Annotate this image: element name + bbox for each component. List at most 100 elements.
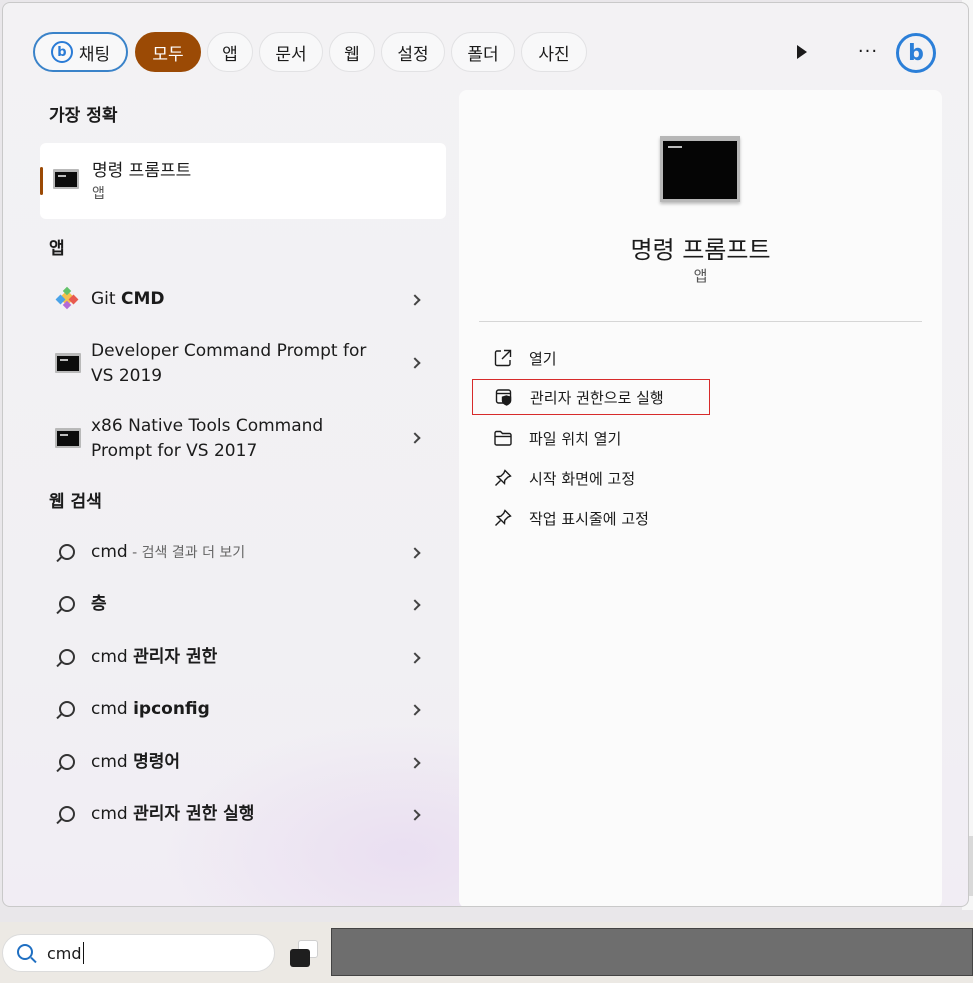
chevron-right-icon xyxy=(409,357,421,369)
search-icon xyxy=(59,806,75,822)
web-result-label: cmd 관리자 권한 실행 xyxy=(91,802,254,827)
web-label-query: cmd xyxy=(91,752,134,772)
web-label-query: cmd xyxy=(91,542,128,562)
chevron-right-icon xyxy=(409,432,421,444)
web-label-match: 층 xyxy=(91,594,107,614)
chevron-right-icon xyxy=(409,809,421,821)
cmd-large-icon xyxy=(660,136,740,202)
action-label: 파일 위치 열기 xyxy=(529,430,622,448)
cmd-icon xyxy=(55,428,81,448)
web-result-cmd-commands[interactable]: cmd 명령어 xyxy=(43,748,443,778)
action-label: 시작 화면에 고정 xyxy=(529,470,636,488)
app-result-label: Git CMD xyxy=(91,287,164,312)
app-result-label: Developer Command Prompt for VS 2019 xyxy=(91,339,366,389)
app-label-line2: Prompt for VS 2017 xyxy=(91,441,258,461)
search-icon xyxy=(59,596,75,612)
action-pin-to-taskbar[interactable]: 작업 표시줄에 고정 xyxy=(471,500,921,536)
chat-filter-label: 채팅 xyxy=(78,44,111,65)
app-label-match: CMD xyxy=(120,289,165,309)
shield-admin-icon xyxy=(494,387,514,407)
web-result-label: cmd - 검색 결과 더 보기 xyxy=(91,540,245,566)
web-result-layer[interactable]: 층 xyxy=(43,590,443,620)
chevron-right-icon xyxy=(409,547,421,559)
web-result-label: cmd 관리자 권한 xyxy=(91,645,217,670)
web-label-query: cmd xyxy=(91,804,134,824)
filter-all[interactable]: 모두 xyxy=(135,32,201,72)
filter-documents[interactable]: 문서 xyxy=(259,32,323,72)
preview-divider xyxy=(479,321,922,322)
web-label-suffix: - 검색 결과 더 보기 xyxy=(127,545,246,561)
web-result-label: cmd ipconfig xyxy=(91,697,210,722)
web-result-cmd-ipconfig[interactable]: cmd ipconfig xyxy=(43,695,443,725)
more-options-icon[interactable]: ··· xyxy=(855,41,881,63)
chat-filter-button[interactable]: b 채팅 xyxy=(33,32,128,72)
action-open[interactable]: 열기 xyxy=(471,340,921,376)
taskbar-search-input[interactable]: cmd xyxy=(2,934,275,972)
best-match-heading: 가장 정확 xyxy=(49,106,118,126)
filter-bar: b 채팅 모두 앱 문서 웹 설정 폴더 사진 xyxy=(33,29,593,75)
play-more-filters-icon[interactable] xyxy=(792,41,812,63)
app-label-line2: VS 2019 xyxy=(91,366,163,386)
taskbar-apps-redacted xyxy=(331,928,973,976)
web-label-query: cmd xyxy=(91,647,134,667)
pin-icon xyxy=(493,508,513,528)
task-view-icon-front xyxy=(290,949,310,967)
search-icon xyxy=(59,754,75,770)
app-label-prefix: Git xyxy=(91,289,121,309)
action-label: 열기 xyxy=(529,350,557,368)
app-result-label: x86 Native Tools Command Prompt for VS 2… xyxy=(91,414,323,464)
web-result-cmd-run-as-admin[interactable]: cmd 관리자 권한 실행 xyxy=(43,800,443,830)
web-label-match: ipconfig xyxy=(133,699,210,719)
app-result-developer-command-prompt[interactable]: Developer Command Prompt for VS 2019 xyxy=(43,338,443,390)
app-result-git-cmd[interactable]: Git CMD xyxy=(43,284,443,314)
best-match-item[interactable]: 명령 프롬프트 앱 xyxy=(40,143,446,219)
preview-title: 명령 프롬프트 xyxy=(630,236,771,264)
web-label-query: cmd xyxy=(91,699,134,719)
cmd-icon xyxy=(53,169,79,189)
app-label-line1: x86 Native Tools Command xyxy=(91,416,324,436)
filter-folders[interactable]: 폴더 xyxy=(451,32,515,72)
web-label-match: 관리자 권한 실행 xyxy=(133,804,255,824)
apps-heading: 앱 xyxy=(49,239,65,259)
action-label: 관리자 권한으로 실행 xyxy=(530,389,664,407)
web-label-match: 관리자 권한 xyxy=(133,647,218,667)
search-icon xyxy=(17,944,33,960)
chevron-right-icon xyxy=(409,599,421,611)
search-icon xyxy=(59,701,75,717)
web-result-cmd-admin[interactable]: cmd 관리자 권한 xyxy=(43,643,443,673)
preview-type: 앱 xyxy=(693,267,708,285)
action-pin-to-start[interactable]: 시작 화면에 고정 xyxy=(471,460,921,496)
action-open-file-location[interactable]: 파일 위치 열기 xyxy=(471,420,921,456)
search-icon xyxy=(59,649,75,665)
preview-pane: 명령 프롬프트 앱 열기 관리자 권한으로 실행 파일 위치 열기 시작 화면에… xyxy=(459,90,942,906)
git-icon xyxy=(55,286,79,310)
web-label-match: 명령어 xyxy=(133,752,181,772)
search-icon xyxy=(59,544,75,560)
search-query-text: cmd xyxy=(47,944,82,963)
chevron-right-icon xyxy=(409,652,421,664)
filter-photos[interactable]: 사진 xyxy=(521,32,587,72)
bing-chat-icon: b xyxy=(50,41,73,63)
filter-web[interactable]: 웹 xyxy=(329,32,375,72)
web-result-cmd-more[interactable]: cmd - 검색 결과 더 보기 xyxy=(43,538,443,568)
text-caret xyxy=(83,942,84,964)
filter-apps[interactable]: 앱 xyxy=(207,32,253,72)
action-label: 작업 표시줄에 고정 xyxy=(529,510,649,528)
cmd-icon xyxy=(55,353,81,373)
start-search-panel: b 채팅 모두 앱 문서 웹 설정 폴더 사진 ··· b 가장 정확 명령 프… xyxy=(2,2,969,907)
folder-icon xyxy=(493,428,513,448)
web-result-label: cmd 명령어 xyxy=(91,750,180,775)
best-match-type: 앱 xyxy=(92,186,105,202)
app-label-line1: Developer Command Prompt for xyxy=(91,341,367,361)
filter-settings[interactable]: 설정 xyxy=(381,32,445,72)
task-view-button[interactable] xyxy=(290,940,320,968)
bing-icon[interactable]: b xyxy=(896,33,936,73)
app-result-x86-native-tools[interactable]: x86 Native Tools Command Prompt for VS 2… xyxy=(43,413,443,465)
best-match-name: 명령 프롬프트 xyxy=(92,161,192,181)
action-run-as-admin[interactable]: 관리자 권한으로 실행 xyxy=(472,379,710,415)
chevron-right-icon xyxy=(409,704,421,716)
web-result-label: 층 xyxy=(91,592,107,617)
chevron-right-icon xyxy=(409,757,421,769)
selection-accent xyxy=(40,167,43,195)
web-search-heading: 웹 검색 xyxy=(49,492,102,512)
